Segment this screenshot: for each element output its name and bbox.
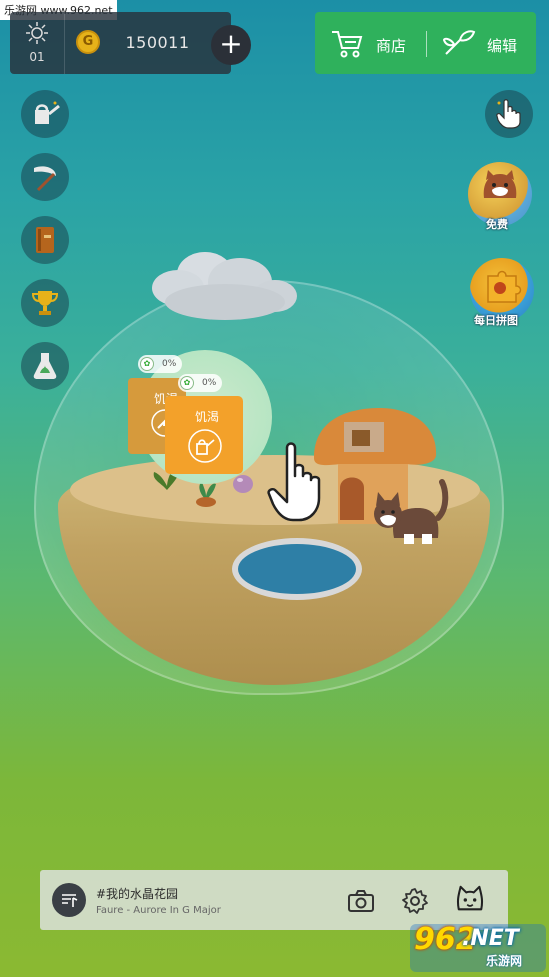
watermark-suffix: .NET bbox=[462, 926, 519, 951]
gear-icon bbox=[402, 888, 428, 914]
camera-button[interactable] bbox=[346, 886, 376, 916]
pet-hand-button[interactable] bbox=[485, 90, 533, 138]
trophy-button[interactable] bbox=[21, 279, 69, 327]
scythe-button[interactable] bbox=[21, 153, 69, 201]
book-icon bbox=[36, 227, 54, 253]
cat-face-icon bbox=[456, 885, 484, 911]
free-label: 免费 bbox=[486, 218, 508, 231]
watermark-sub: 乐游网 bbox=[486, 954, 523, 968]
sprout-icon[interactable] bbox=[442, 28, 476, 58]
music-note-icon bbox=[62, 894, 78, 907]
camera-icon bbox=[348, 890, 374, 912]
coin-icon: G bbox=[76, 30, 100, 54]
rain-cloud-icon[interactable] bbox=[150, 248, 300, 328]
shop-button[interactable]: 商店 bbox=[376, 35, 406, 56]
scythe-icon bbox=[34, 166, 56, 192]
leaf-icon: ✿ bbox=[140, 357, 154, 371]
pond bbox=[232, 538, 362, 600]
potion-icon bbox=[33, 353, 57, 379]
leaf-icon: ✿ bbox=[180, 376, 194, 390]
journal-button[interactable] bbox=[21, 216, 69, 264]
coin-balance: 150011 bbox=[125, 33, 190, 52]
cat-sprite[interactable] bbox=[368, 478, 452, 548]
divider bbox=[426, 31, 427, 57]
cat-face-button[interactable] bbox=[455, 884, 485, 914]
watering-status-icon bbox=[188, 429, 222, 463]
watering-can-button[interactable] bbox=[21, 90, 69, 138]
day-number: 01 bbox=[29, 50, 45, 64]
plant-status-card[interactable]: 饥渴 bbox=[165, 396, 243, 474]
sun-icon bbox=[26, 22, 48, 44]
trophy-icon bbox=[31, 291, 59, 315]
add-coins-button[interactable]: + bbox=[211, 25, 251, 65]
watering-can-icon bbox=[35, 101, 60, 124]
edit-button[interactable]: 编辑 bbox=[487, 35, 517, 56]
potion-button[interactable] bbox=[21, 342, 69, 390]
song-title: #我的水晶花园 bbox=[96, 887, 179, 901]
puzzle-piece-icon bbox=[487, 270, 522, 303]
back-card-percent: ✿ 0% bbox=[138, 355, 183, 373]
pointer-hand-icon bbox=[496, 99, 521, 129]
settings-button[interactable] bbox=[400, 886, 430, 916]
day-counter bbox=[10, 12, 65, 74]
music-toggle-button[interactable] bbox=[52, 883, 86, 917]
cart-icon[interactable] bbox=[330, 28, 364, 60]
front-card-percent: ✿ 0% bbox=[178, 374, 223, 392]
daily-puzzle-label: 每日拼图 bbox=[474, 314, 518, 327]
front-card-title: 饥渴 bbox=[195, 410, 220, 424]
song-subtitle: Faure - Aurore In G Major bbox=[96, 905, 221, 916]
cat-avatar-icon bbox=[483, 170, 517, 198]
tutorial-hand-icon bbox=[267, 442, 321, 522]
